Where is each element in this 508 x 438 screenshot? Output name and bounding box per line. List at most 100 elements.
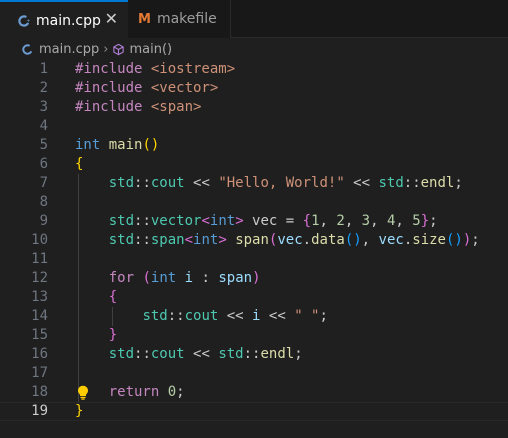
code-token: > (235, 213, 244, 229)
code-token: 5 (412, 213, 421, 229)
code-token: ) (252, 270, 261, 286)
tab-makefile[interactable]: M makefile (128, 0, 231, 38)
code-token: :: (243, 346, 261, 362)
code-token: << (184, 346, 219, 362)
code-token: 0 (167, 384, 177, 400)
code-token: ; (176, 384, 185, 400)
code-line[interactable]: 4 (0, 117, 508, 136)
code-token: i (184, 270, 194, 286)
code-token: size (412, 232, 446, 248)
code-token: #include (75, 61, 151, 77)
code-token: , (344, 213, 362, 229)
code-token: <vector> (150, 80, 219, 96)
line-number: 11 (31, 251, 48, 267)
code-line[interactable]: 17 (0, 364, 508, 383)
line-number: 5 (39, 137, 48, 153)
code-line[interactable]: 18 return 0; (0, 383, 508, 402)
code-token: #include (75, 99, 151, 115)
cpp-file-icon (22, 43, 33, 55)
breadcrumb-file[interactable]: main.cpp (39, 42, 99, 57)
line-number: 12 (31, 270, 48, 286)
code-token: std (108, 232, 135, 248)
code-token: cout (150, 175, 185, 191)
code-token: () (344, 232, 362, 248)
code-line[interactable]: 6{ (0, 155, 508, 174)
code-line[interactable]: 1 #include <iostream> (0, 60, 508, 79)
close-icon[interactable]: ✕ (105, 10, 118, 28)
code-line[interactable]: 9 std::vector<int> vec = {1, 2, 3, 4, 5}… (0, 212, 508, 231)
code-token: . (403, 232, 413, 248)
code-text: #include <iostream> (75, 60, 235, 79)
code-token: span (235, 232, 269, 248)
svg-text:+: + (26, 18, 30, 24)
code-token: ; (429, 213, 438, 229)
code-token: 1 (311, 213, 320, 229)
code-token: () (142, 137, 160, 153)
code-token: :: (403, 175, 421, 191)
code-text: } (75, 326, 117, 345)
code-token: . (302, 232, 312, 248)
code-line[interactable]: 16 std::cout << std::endl; (0, 345, 508, 364)
code-token: << (344, 175, 379, 191)
code-token: } (75, 403, 84, 419)
code-token: std (218, 346, 244, 362)
code-line[interactable]: 10 std::span<int> span(vec.data(), vec.s… (0, 231, 508, 250)
code-token: , (319, 213, 337, 229)
code-line[interactable]: 8 (0, 193, 508, 212)
code-line[interactable]: 14 std::cout << i << " "; (0, 307, 508, 326)
line-number: 3 (39, 99, 48, 115)
code-editor[interactable]: 1 #include <iostream> 2 #include <vector> 3 #… (0, 60, 508, 421)
code-token: 2 (336, 213, 345, 229)
code-token: , (370, 213, 387, 229)
code-token: :: (134, 213, 151, 229)
line-number: 2 (39, 80, 48, 96)
line-number: 1 (39, 61, 48, 77)
code-token: int (209, 213, 236, 229)
breadcrumb-symbol[interactable]: main() (129, 42, 172, 57)
code-line[interactable]: 13 { (0, 288, 508, 307)
line-number: 15 (31, 327, 48, 343)
code-token: < (201, 213, 210, 229)
code-token: span (150, 232, 185, 248)
tab-bar: + main.cpp ✕ M makefile (0, 0, 508, 39)
code-line[interactable]: 12 for (int i : span) (0, 269, 508, 288)
code-text: std::vector<int> vec = {1, 2, 3, 4, 5}; (75, 212, 438, 231)
code-token: int (150, 270, 177, 286)
tab-main-cpp[interactable]: + main.cpp ✕ (0, 0, 128, 39)
code-token: std (108, 213, 135, 229)
code-token: ; (319, 308, 328, 324)
code-token: main (108, 137, 143, 153)
code-line[interactable]: 5 int main() (0, 136, 508, 155)
code-line[interactable]: 7 std::cout << "Hello, World!" << std::e… (0, 174, 508, 193)
code-text: std::cout << i << " "; (75, 307, 328, 326)
line-number: 18 (31, 384, 48, 400)
code-line[interactable]: 15 } (0, 326, 508, 345)
code-line[interactable]: 11 (0, 250, 508, 269)
code-token: vec = (243, 213, 303, 229)
code-token: : (193, 270, 219, 286)
code-text: #include <span> (75, 98, 201, 117)
code-token: endl (260, 346, 295, 362)
code-text: std::cout << "Hello, World!" << std::end… (75, 174, 463, 193)
code-line[interactable]: 2 #include <vector> (0, 79, 508, 98)
code-token: #include (75, 80, 151, 96)
code-line[interactable]: 19} (0, 402, 508, 421)
code-line[interactable]: 3 #include <span> (0, 98, 508, 117)
code-token: std (108, 346, 135, 362)
tab-label: main.cpp (36, 12, 101, 29)
line-number: 8 (39, 194, 48, 210)
code-token: << (184, 175, 219, 191)
chevron-right-icon: › (103, 41, 109, 57)
code-token: std (378, 175, 404, 191)
code-token: <span> (150, 99, 202, 115)
code-token: vec (277, 232, 303, 248)
method-icon (113, 43, 125, 55)
tab-label: makefile (156, 11, 217, 27)
